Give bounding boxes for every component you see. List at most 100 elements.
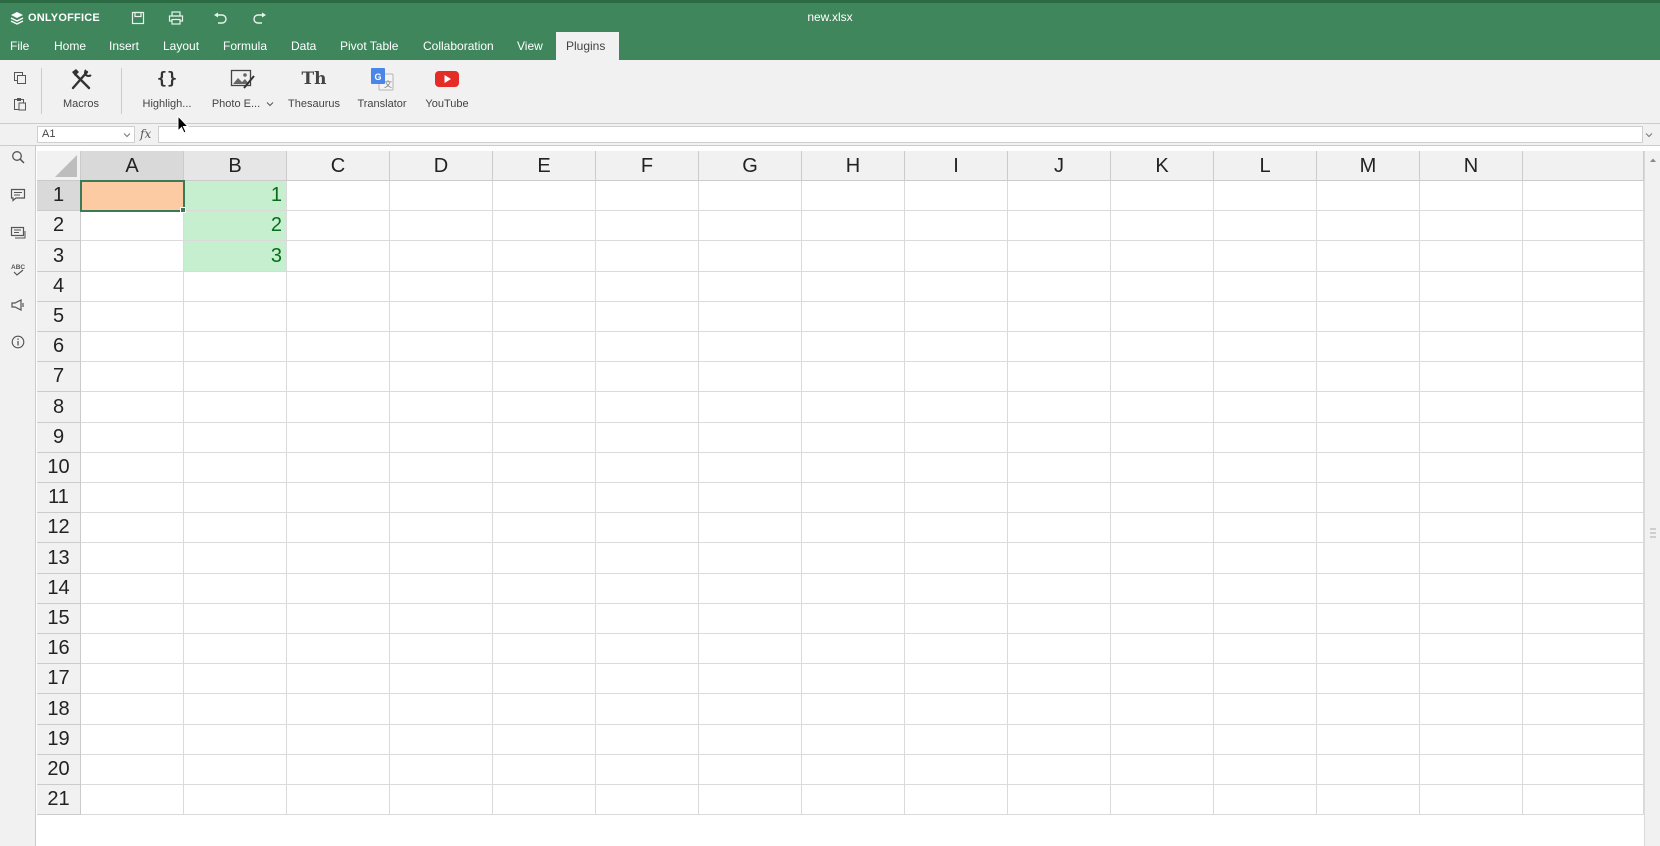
cell-c9[interactable] (287, 423, 390, 453)
cell-k20[interactable] (1111, 755, 1214, 785)
cell-j6[interactable] (1008, 332, 1111, 362)
cell-b20[interactable] (184, 755, 287, 785)
cell-d12[interactable] (390, 513, 493, 543)
cell-b19[interactable] (184, 725, 287, 755)
paste-button[interactable] (11, 95, 29, 113)
cell-k13[interactable] (1111, 543, 1214, 574)
cell-g14[interactable] (699, 574, 802, 604)
cell-c10[interactable] (287, 453, 390, 483)
cell-j16[interactable] (1008, 634, 1111, 664)
cell-k15[interactable] (1111, 604, 1214, 634)
cell-d15[interactable] (390, 604, 493, 634)
cell-l2[interactable] (1214, 211, 1317, 241)
cell-n9[interactable] (1420, 423, 1523, 453)
column-header-e[interactable]: E (493, 151, 596, 181)
cell-b10[interactable] (184, 453, 287, 483)
cell-k14[interactable] (1111, 574, 1214, 604)
cell-k17[interactable] (1111, 664, 1214, 694)
cell-h15[interactable] (802, 604, 905, 634)
cell-j19[interactable] (1008, 725, 1111, 755)
cell-g21[interactable] (699, 785, 802, 815)
cell-c13[interactable] (287, 543, 390, 574)
cell-h3[interactable] (802, 241, 905, 272)
cell-h21[interactable] (802, 785, 905, 815)
cell-a15[interactable] (81, 604, 184, 634)
cell-j11[interactable] (1008, 483, 1111, 513)
cell-j13[interactable] (1008, 543, 1111, 574)
youtube-button[interactable]: YouTube (423, 66, 471, 118)
cell-h14[interactable] (802, 574, 905, 604)
cell-i8[interactable] (905, 392, 1008, 423)
cell-e10[interactable] (493, 453, 596, 483)
row-header-18[interactable]: 18 (37, 694, 81, 725)
cell-n10[interactable] (1420, 453, 1523, 483)
cell-a1[interactable] (81, 181, 184, 211)
cell-m7[interactable] (1317, 362, 1420, 392)
cell-c19[interactable] (287, 725, 390, 755)
cell-j12[interactable] (1008, 513, 1111, 543)
cell-e19[interactable] (493, 725, 596, 755)
cell-a16[interactable] (81, 634, 184, 664)
cell-a4[interactable] (81, 272, 184, 302)
cell-i20[interactable] (905, 755, 1008, 785)
cell-h6[interactable] (802, 332, 905, 362)
cell-f7[interactable] (596, 362, 699, 392)
tab-view[interactable]: View (507, 32, 553, 60)
row-header-15[interactable]: 15 (37, 604, 81, 634)
cell-g4[interactable] (699, 272, 802, 302)
cell-j18[interactable] (1008, 694, 1111, 725)
cell-b6[interactable] (184, 332, 287, 362)
cell-c7[interactable] (287, 362, 390, 392)
column-header-l[interactable]: L (1214, 151, 1317, 181)
cell-d2[interactable] (390, 211, 493, 241)
cell-g8[interactable] (699, 392, 802, 423)
tab-layout[interactable]: Layout (153, 32, 209, 60)
cell-partial[interactable] (1523, 725, 1644, 755)
cell-h7[interactable] (802, 362, 905, 392)
cell-partial[interactable] (1523, 423, 1644, 453)
cell-d13[interactable] (390, 543, 493, 574)
cell-g20[interactable] (699, 755, 802, 785)
cell-b21[interactable] (184, 785, 287, 815)
column-header-c[interactable]: C (287, 151, 390, 181)
cell-j20[interactable] (1008, 755, 1111, 785)
cell-c17[interactable] (287, 664, 390, 694)
cell-j9[interactable] (1008, 423, 1111, 453)
cell-l4[interactable] (1214, 272, 1317, 302)
cell-d6[interactable] (390, 332, 493, 362)
cell-a3[interactable] (81, 241, 184, 272)
cell-j1[interactable] (1008, 181, 1111, 211)
cell-g13[interactable] (699, 543, 802, 574)
column-header-j[interactable]: J (1008, 151, 1111, 181)
row-header-12[interactable]: 12 (37, 513, 81, 543)
row-header-11[interactable]: 11 (37, 483, 81, 513)
column-header-m[interactable]: M (1317, 151, 1420, 181)
cell-l17[interactable] (1214, 664, 1317, 694)
cell-c3[interactable] (287, 241, 390, 272)
cell-f3[interactable] (596, 241, 699, 272)
column-header-n[interactable]: N (1420, 151, 1523, 181)
cell-l8[interactable] (1214, 392, 1317, 423)
cell-k3[interactable] (1111, 241, 1214, 272)
cell-g18[interactable] (699, 694, 802, 725)
cell-e20[interactable] (493, 755, 596, 785)
row-header-16[interactable]: 16 (37, 634, 81, 664)
cell-n5[interactable] (1420, 302, 1523, 332)
cell-partial[interactable] (1523, 574, 1644, 604)
cell-f4[interactable] (596, 272, 699, 302)
cell-h12[interactable] (802, 513, 905, 543)
row-header-17[interactable]: 17 (37, 664, 81, 694)
cell-i3[interactable] (905, 241, 1008, 272)
column-header-f[interactable]: F (596, 151, 699, 181)
macros-button[interactable]: Macros (58, 66, 104, 118)
cell-partial[interactable] (1523, 694, 1644, 725)
cell-d5[interactable] (390, 302, 493, 332)
cell-n17[interactable] (1420, 664, 1523, 694)
cell-j17[interactable] (1008, 664, 1111, 694)
cell-i13[interactable] (905, 543, 1008, 574)
cell-i7[interactable] (905, 362, 1008, 392)
cell-l9[interactable] (1214, 423, 1317, 453)
cell-k21[interactable] (1111, 785, 1214, 815)
row-header-14[interactable]: 14 (37, 574, 81, 604)
cell-i1[interactable] (905, 181, 1008, 211)
